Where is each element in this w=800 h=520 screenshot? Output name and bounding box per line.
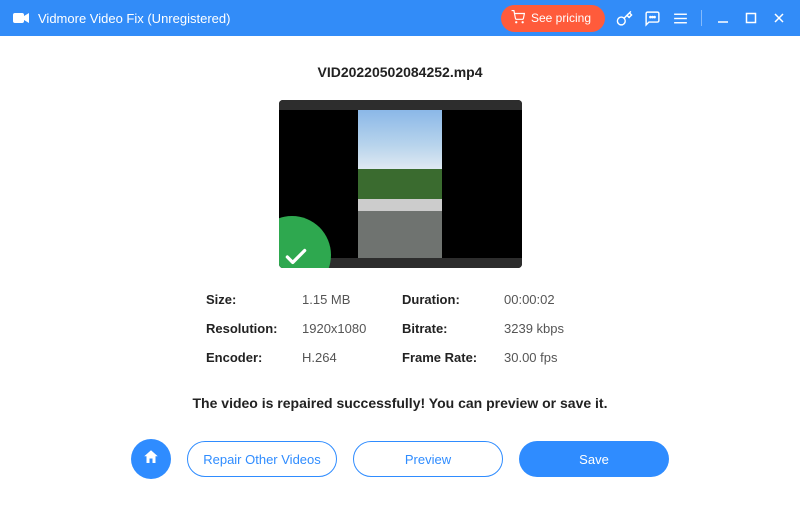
repair-other-videos-button[interactable]: Repair Other Videos [187, 441, 337, 477]
save-label: Save [579, 452, 609, 467]
video-filename: VID20220502084252.mp4 [317, 64, 482, 80]
video-thumbnail[interactable] [279, 100, 522, 268]
feedback-icon[interactable] [643, 9, 661, 27]
repair-other-label: Repair Other Videos [203, 452, 321, 467]
preview-label: Preview [405, 452, 451, 467]
maximize-icon[interactable] [742, 9, 760, 27]
meta-duration-label: Duration: [402, 292, 494, 307]
app-logo-icon [12, 9, 30, 27]
see-pricing-button[interactable]: See pricing [501, 5, 605, 32]
meta-size-label: Size: [206, 292, 292, 307]
save-button[interactable]: Save [519, 441, 669, 477]
menu-icon[interactable] [671, 9, 689, 27]
close-icon[interactable] [770, 9, 788, 27]
meta-resolution-label: Resolution: [206, 321, 292, 336]
action-bar: Repair Other Videos Preview Save [131, 439, 669, 479]
meta-duration-value: 00:00:02 [504, 292, 594, 307]
success-message: The video is repaired successfully! You … [193, 395, 608, 411]
meta-resolution-value: 1920x1080 [302, 321, 392, 336]
minimize-icon[interactable] [714, 9, 732, 27]
thumb-image [358, 110, 442, 258]
main-content: VID20220502084252.mp4 Size: 1.15 MB Dura… [0, 36, 800, 479]
video-metadata: Size: 1.15 MB Duration: 00:00:02 Resolut… [206, 292, 594, 365]
meta-size-value: 1.15 MB [302, 292, 392, 307]
titlebar-right: See pricing [501, 5, 788, 32]
cart-icon [511, 10, 525, 27]
meta-framerate-label: Frame Rate: [402, 350, 494, 365]
meta-bitrate-value: 3239 kbps [504, 321, 594, 336]
preview-button[interactable]: Preview [353, 441, 503, 477]
meta-framerate-value: 30.00 fps [504, 350, 594, 365]
titlebar-left: Vidmore Video Fix (Unregistered) [12, 9, 230, 27]
success-check-icon [279, 216, 331, 268]
thumb-top-bar [279, 100, 522, 110]
home-icon [142, 448, 160, 471]
home-button[interactable] [131, 439, 171, 479]
titlebar: Vidmore Video Fix (Unregistered) See pri… [0, 0, 800, 36]
pricing-label: See pricing [531, 11, 591, 25]
titlebar-separator [701, 10, 702, 26]
meta-encoder-value: H.264 [302, 350, 392, 365]
key-icon[interactable] [615, 9, 633, 27]
app-title: Vidmore Video Fix (Unregistered) [38, 11, 230, 26]
meta-bitrate-label: Bitrate: [402, 321, 494, 336]
meta-encoder-label: Encoder: [206, 350, 292, 365]
